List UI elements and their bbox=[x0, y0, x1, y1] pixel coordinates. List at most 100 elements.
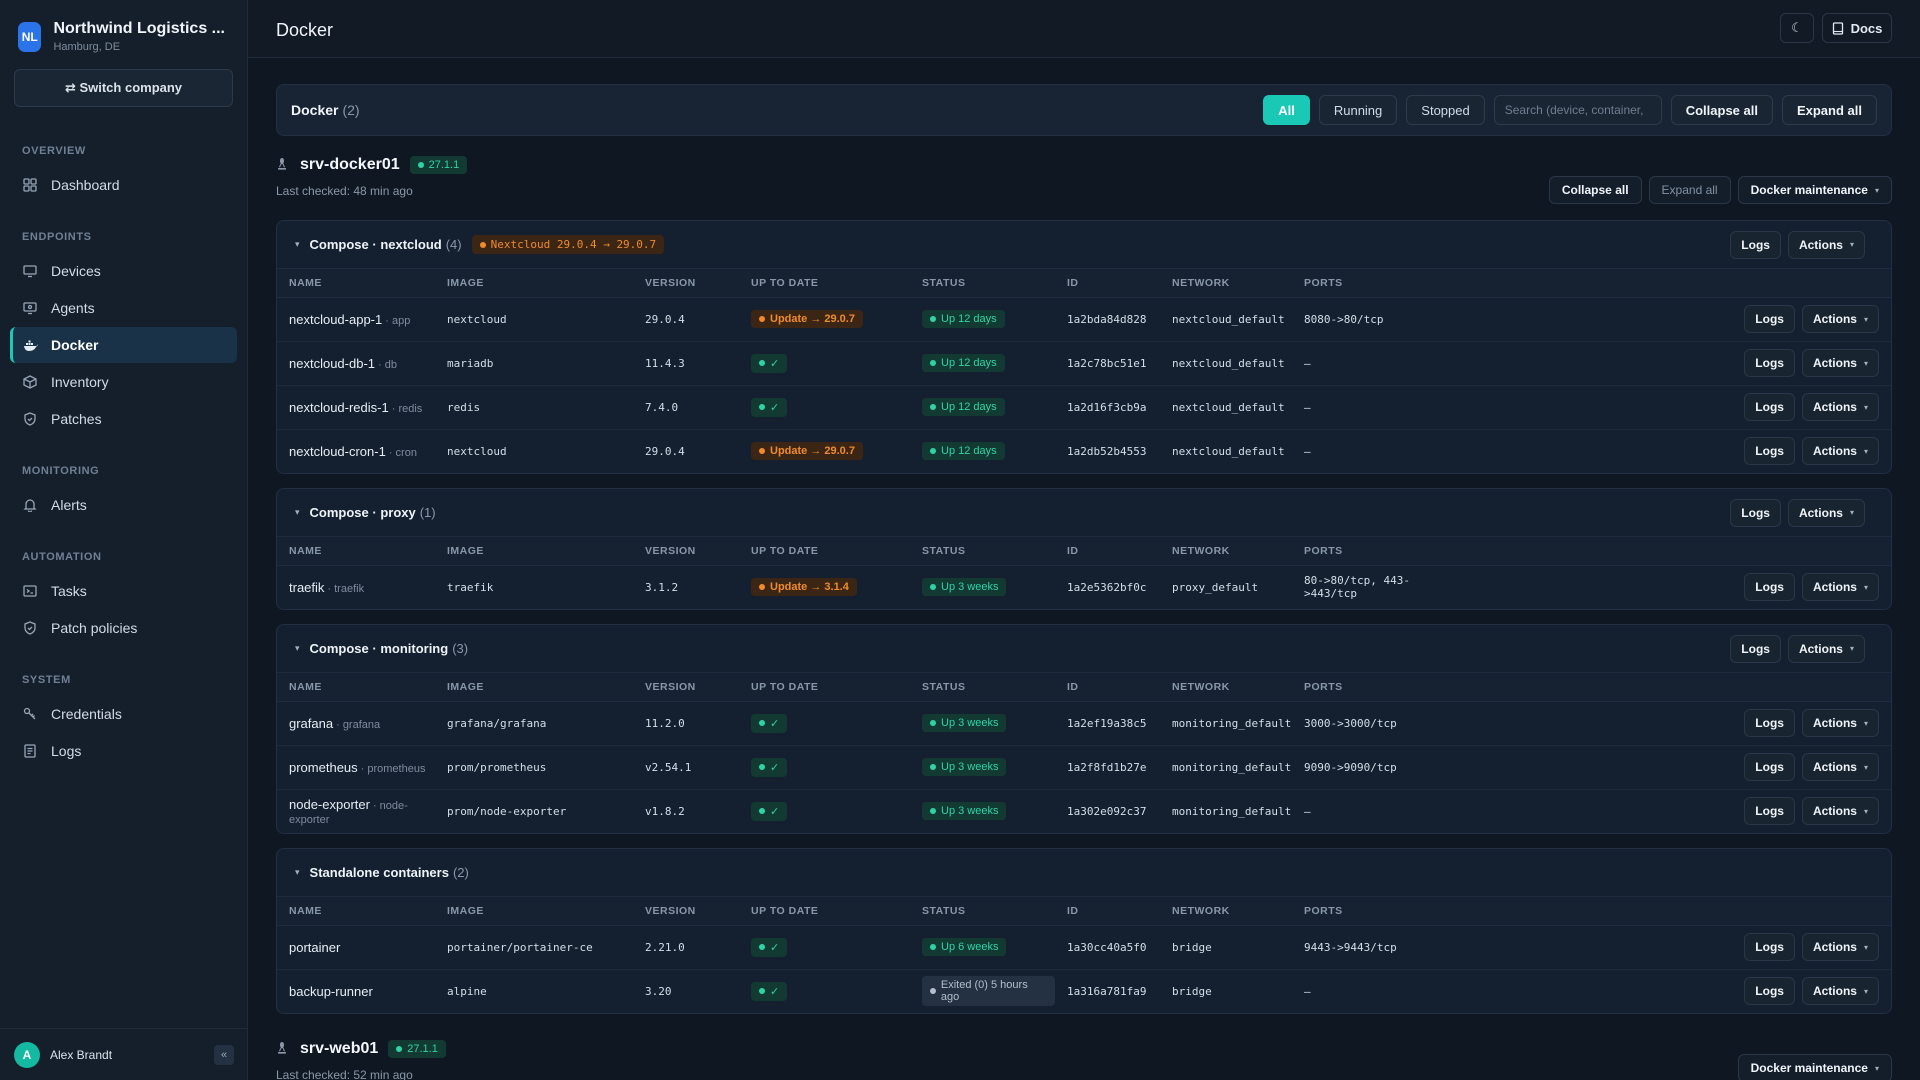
sidebar-item-patch-policies[interactable]: Patch policies bbox=[10, 610, 237, 646]
actions-button[interactable]: Actions ▾ bbox=[1787, 230, 1865, 259]
actions-button[interactable]: Actions ▾ bbox=[1801, 709, 1879, 737]
host-collapse-all-button[interactable]: Collapse all bbox=[1548, 176, 1642, 204]
actions-button[interactable]: Actions ▾ bbox=[1801, 437, 1879, 466]
status-text: Up 3 weeks bbox=[941, 805, 999, 818]
actions-button[interactable]: Actions ▾ bbox=[1787, 498, 1865, 527]
filter-running-button[interactable]: Running bbox=[1318, 95, 1398, 125]
filter-all-button[interactable]: All bbox=[1263, 95, 1310, 125]
caret-down-icon: ▾ bbox=[1863, 986, 1868, 996]
logs-button[interactable]: Logs bbox=[1744, 305, 1795, 333]
host-name[interactable]: srv-web01 bbox=[300, 1040, 378, 1058]
container-name[interactable]: grafana bbox=[289, 716, 333, 731]
group-header[interactable]: ▾ Compose · nextcloud (4) Nextcloud 29.0.4 … bbox=[277, 221, 1891, 269]
switch-company-button[interactable]: ⇄ Switch company bbox=[14, 69, 233, 107]
container-name[interactable]: traefik bbox=[289, 580, 324, 595]
column-header: UP TO DATE bbox=[739, 897, 910, 926]
column-header: PORTS bbox=[1292, 673, 1432, 702]
row-actions: Logs Actions ▾ bbox=[1444, 709, 1891, 737]
logs-button[interactable]: Logs bbox=[1744, 393, 1795, 421]
actions-button[interactable]: Actions ▾ bbox=[1801, 797, 1879, 826]
sidebar-item-tasks[interactable]: Tasks bbox=[10, 573, 237, 609]
container-name[interactable]: nextcloud-redis-1 bbox=[289, 400, 389, 415]
table-row[interactable]: traefik · traefik traefik 3.1.2 Update → 3.1… bbox=[277, 565, 1891, 609]
container-name-cell: nextcloud-db-1 · db bbox=[277, 341, 435, 386]
chevron-down-icon[interactable]: ▾ bbox=[295, 643, 300, 654]
sidebar-item-docker[interactable]: Docker bbox=[10, 327, 237, 363]
table-row[interactable]: nextcloud-app-1 · app nextcloud 29.0.4 Updat… bbox=[277, 297, 1891, 342]
container-name-cell: nextcloud-app-1 · app bbox=[277, 297, 435, 342]
chevron-down-icon[interactable]: ▾ bbox=[295, 507, 300, 518]
actions-button[interactable]: Actions ▾ bbox=[1801, 573, 1879, 602]
box-icon bbox=[22, 374, 38, 390]
docker-maintenance-button[interactable]: Docker maintenance ▾ bbox=[1737, 1054, 1892, 1080]
actions-button[interactable]: Actions ▾ bbox=[1801, 305, 1879, 333]
logs-button[interactable]: Logs bbox=[1730, 230, 1781, 259]
actions-button[interactable]: Actions ▾ bbox=[1801, 933, 1879, 961]
logs-button[interactable]: Logs bbox=[1744, 933, 1795, 961]
group-header[interactable]: ▾ Compose · proxy (1) Logs Actions ▾ bbox=[277, 489, 1891, 537]
actions-button[interactable]: Actions ▾ bbox=[1801, 349, 1879, 377]
sidebar-item-credentials[interactable]: Credentials bbox=[10, 696, 237, 732]
column-header: UP TO DATE bbox=[739, 269, 910, 298]
table-row[interactable]: nextcloud-db-1 · db mariadb 11.4.3 ✓ Up 12 da… bbox=[277, 341, 1891, 386]
expand-all-button[interactable]: Expand all bbox=[1781, 95, 1877, 125]
chevron-down-icon[interactable]: ▾ bbox=[295, 239, 300, 250]
row-actions: Logs Actions ▾ bbox=[1444, 933, 1891, 961]
container-name[interactable]: nextcloud-cron-1 bbox=[289, 444, 386, 459]
sidebar-item-patches[interactable]: Patches bbox=[10, 401, 237, 437]
sidebar-item-alerts[interactable]: Alerts bbox=[10, 487, 237, 523]
theme-toggle-button[interactable]: ☾ bbox=[1780, 13, 1814, 43]
logs-button[interactable]: Logs bbox=[1744, 753, 1795, 781]
sidebar-item-logs[interactable]: Logs bbox=[10, 733, 237, 769]
sidebar-item-dashboard[interactable]: Dashboard bbox=[10, 167, 237, 203]
logs-button[interactable]: Logs bbox=[1744, 437, 1795, 466]
group-header[interactable]: ▾ Standalone containers (2) bbox=[277, 849, 1891, 897]
up-to-date-text: Update → 29.0.7 bbox=[770, 445, 855, 458]
table-row[interactable]: portainer portainer/portainer-ce 2.21.0 ✓ Up… bbox=[277, 925, 1891, 970]
actions-button[interactable]: Actions ▾ bbox=[1787, 634, 1865, 663]
logs-button[interactable]: Logs bbox=[1744, 349, 1795, 377]
docs-button[interactable]: Docs bbox=[1822, 13, 1892, 43]
filter-stopped-button[interactable]: Stopped bbox=[1406, 95, 1485, 125]
logs-button[interactable]: Logs bbox=[1744, 573, 1795, 602]
actions-button[interactable]: Actions ▾ bbox=[1801, 393, 1879, 421]
sidebar-item-agents[interactable]: Agents bbox=[10, 290, 237, 326]
table-row[interactable]: prometheus · prometheus prom/prometheus v2.… bbox=[277, 745, 1891, 790]
collapse-all-button[interactable]: Collapse all bbox=[1670, 95, 1773, 125]
collapse-sidebar-button[interactable]: « bbox=[214, 1044, 234, 1065]
version-cell: 11.4.3 bbox=[633, 341, 739, 386]
docker-maintenance-button[interactable]: Docker maintenance ▾ bbox=[1737, 176, 1892, 204]
table-row[interactable]: grafana · grafana grafana/grafana 11.2.0 ✓ Up… bbox=[277, 701, 1891, 746]
table-row[interactable]: nextcloud-cron-1 · cron nextcloud 29.0.4 Upd… bbox=[277, 429, 1891, 473]
host-expand-all-button[interactable]: Expand all bbox=[1648, 176, 1731, 204]
sidebar-nav: OVERVIEW Dashboard ENDPOINTS Devices Agents D… bbox=[0, 145, 247, 769]
sidebar-item-devices[interactable]: Devices bbox=[10, 253, 237, 289]
docker-version-badge: 27.1.1 bbox=[409, 156, 468, 174]
avatar[interactable]: A bbox=[14, 1041, 40, 1068]
logs-button[interactable]: Logs bbox=[1744, 797, 1795, 826]
actions-button[interactable]: Actions ▾ bbox=[1801, 753, 1879, 781]
sidebar-item-inventory[interactable]: Inventory bbox=[10, 364, 237, 400]
container-name[interactable]: prometheus bbox=[289, 760, 358, 775]
table-row[interactable]: backup-runner alpine 3.20 ✓ Exited (0) 5 hou… bbox=[277, 969, 1891, 1013]
table-row[interactable]: nextcloud-redis-1 · redis redis 7.4.0 ✓ Up 12… bbox=[277, 385, 1891, 430]
logs-button[interactable]: Logs bbox=[1730, 498, 1781, 527]
container-name[interactable]: nextcloud-db-1 bbox=[289, 356, 375, 371]
status-badge: Up 6 weeks bbox=[922, 938, 1007, 956]
table-row[interactable]: node-exporter · node-exporter prom/node-ex… bbox=[277, 789, 1891, 833]
host-name[interactable]: srv-docker01 bbox=[300, 156, 400, 174]
status-text: Up 12 days bbox=[941, 445, 997, 458]
container-name[interactable]: backup-runner bbox=[289, 984, 373, 999]
chevron-down-icon[interactable]: ▾ bbox=[295, 867, 300, 878]
container-name[interactable]: portainer bbox=[289, 940, 340, 955]
search-input[interactable] bbox=[1493, 95, 1662, 125]
logs-button[interactable]: Logs bbox=[1730, 634, 1781, 663]
group-header[interactable]: ▾ Compose · monitoring (3) Logs Actions ▾ bbox=[277, 625, 1891, 673]
actions-button[interactable]: Actions ▾ bbox=[1801, 977, 1879, 1006]
logs-button[interactable]: Logs bbox=[1744, 709, 1795, 737]
logs-button[interactable]: Logs bbox=[1744, 977, 1795, 1006]
docker-maintenance-label: Docker maintenance bbox=[1750, 183, 1868, 197]
container-name[interactable]: node-exporter bbox=[289, 797, 370, 812]
container-name[interactable]: nextcloud-app-1 bbox=[289, 312, 382, 327]
company-header[interactable]: NL Northwind Logistics ... Hamburg, DE bbox=[0, 0, 247, 53]
